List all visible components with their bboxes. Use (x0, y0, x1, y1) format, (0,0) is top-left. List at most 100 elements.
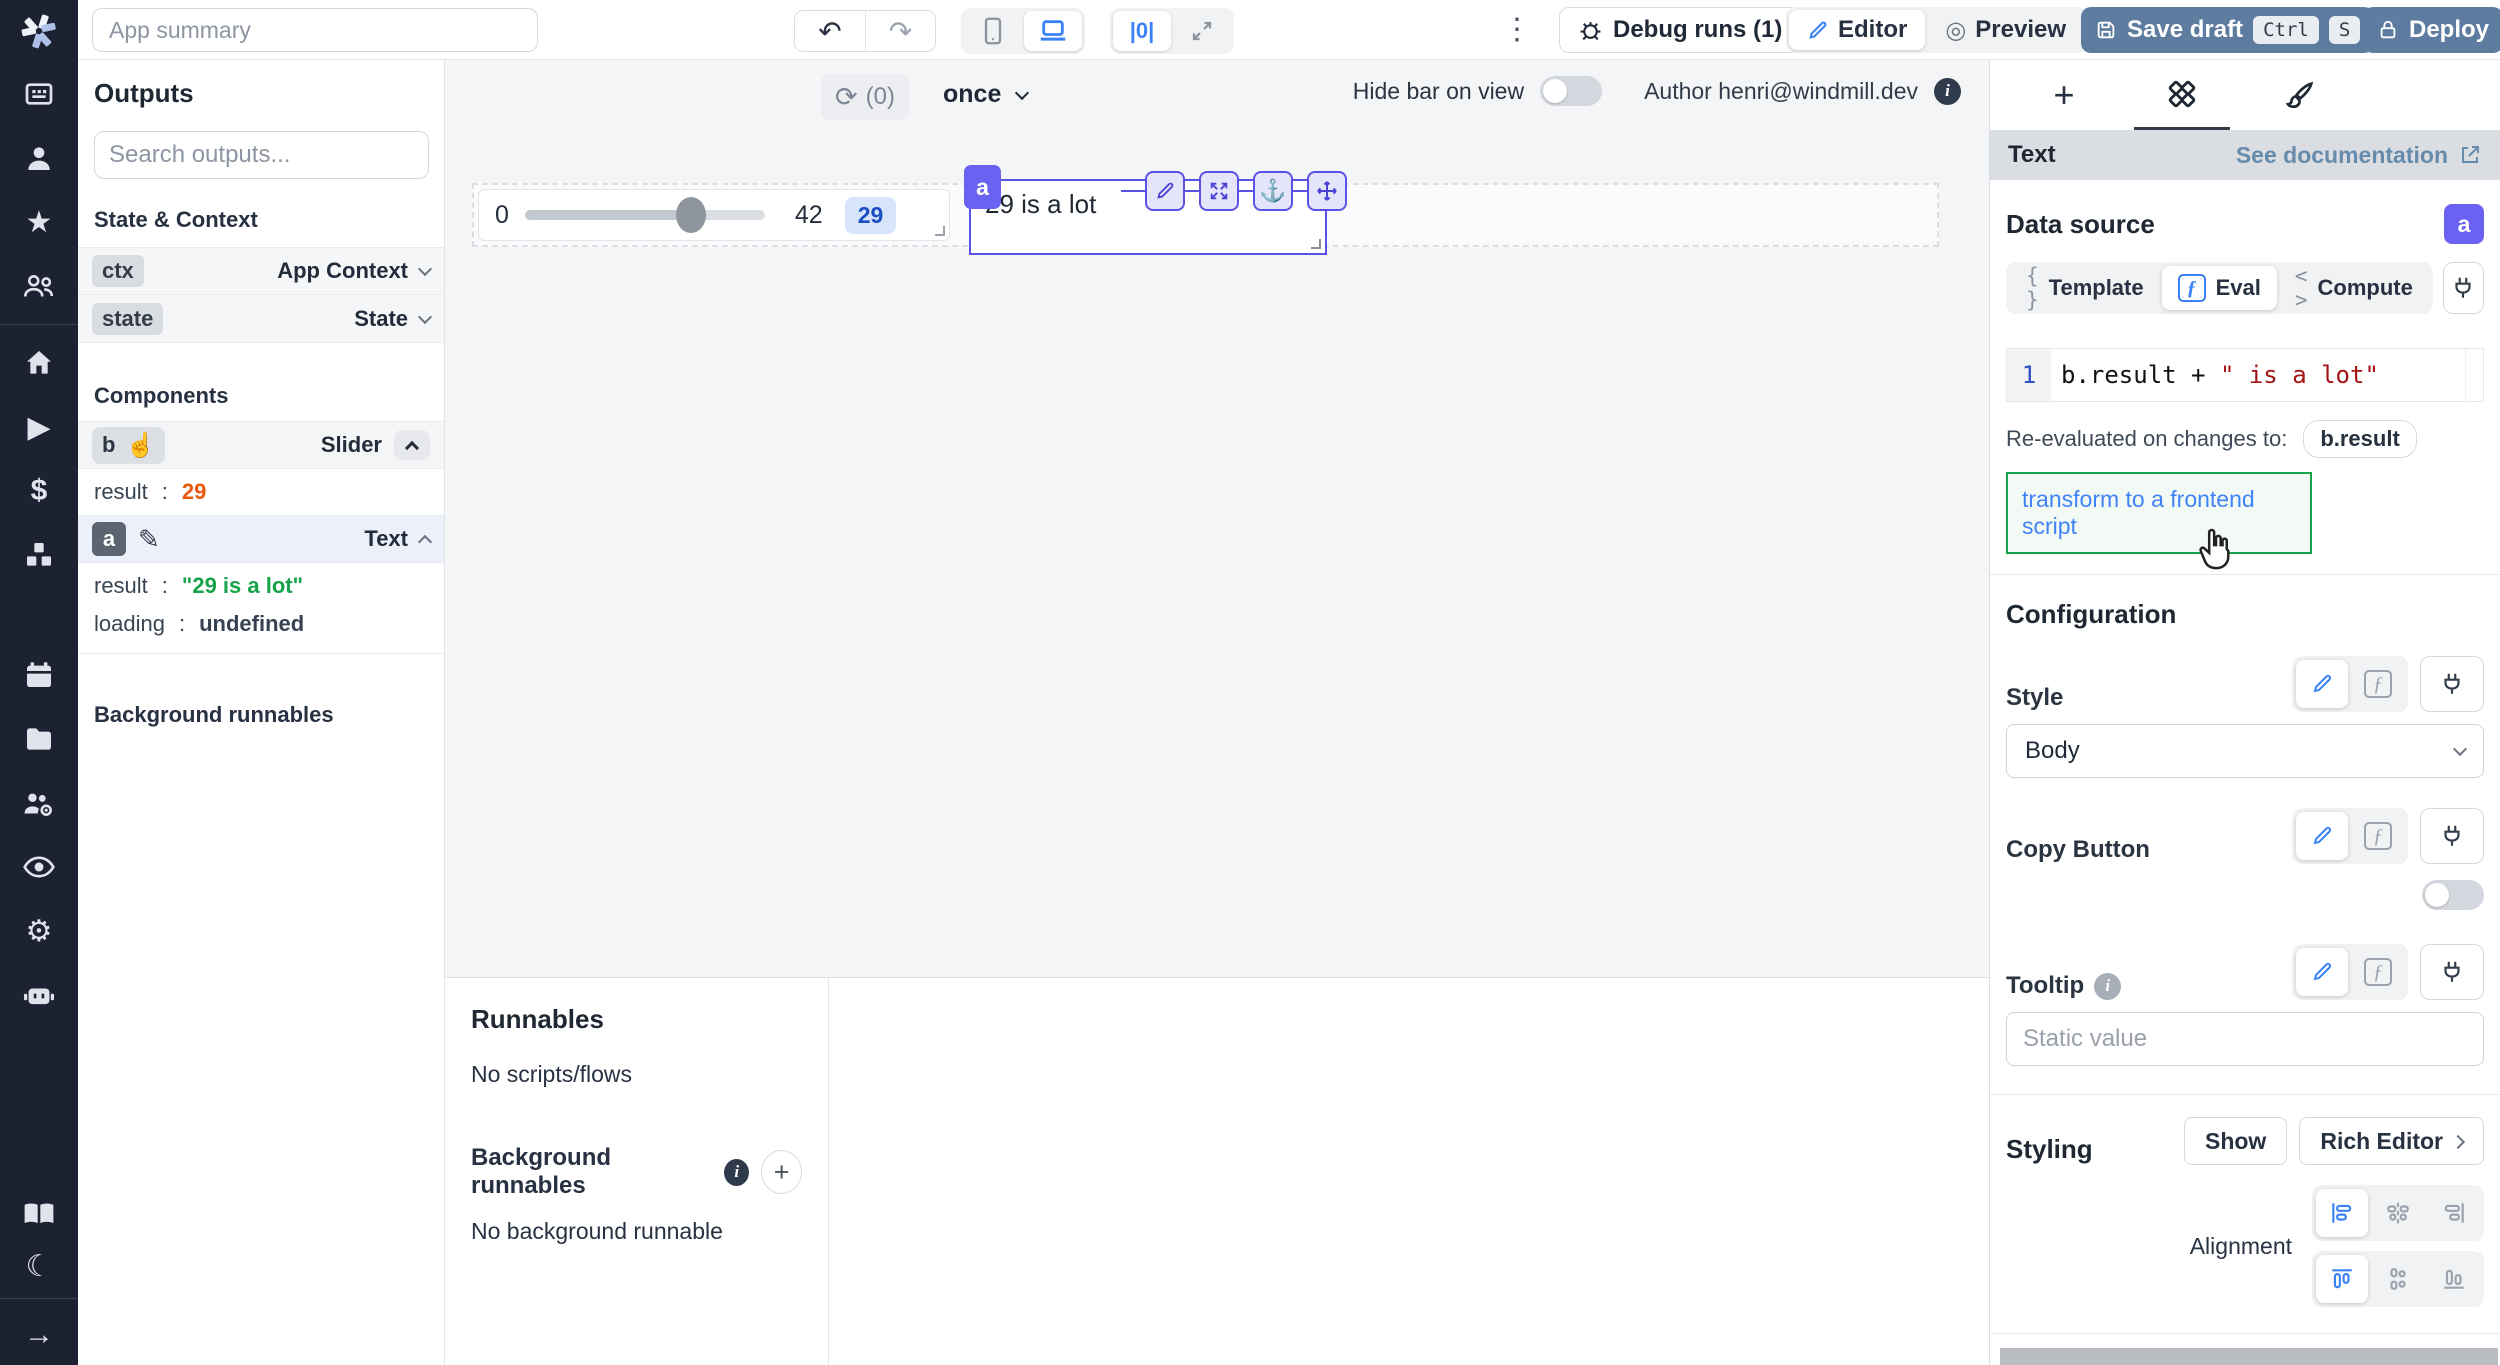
save-draft-button[interactable]: Save draft Ctrl S (2081, 7, 2374, 53)
reeval-dependency-pill[interactable]: b.result (2303, 420, 2416, 458)
schedule-mode-dropdown[interactable]: once (943, 80, 1027, 109)
slider-min-label: 0 (495, 201, 509, 230)
sidebar-item-home[interactable] (0, 331, 78, 395)
static-mode-button[interactable] (2296, 812, 2348, 860)
refresh-button[interactable]: ⟳ (0) (821, 74, 909, 120)
see-documentation-link[interactable]: See documentation (2236, 142, 2482, 169)
sidebar-item-groups[interactable] (0, 254, 78, 318)
sidebar-item-runs[interactable]: ▶ (0, 395, 78, 459)
slider-component[interactable]: 0 42 29 (478, 189, 950, 241)
braces-icon: { } (2026, 264, 2039, 312)
sidebar-item-variables[interactable]: $ (0, 459, 78, 523)
style-select[interactable]: Body (2006, 724, 2484, 778)
align-center-horizontal-icon (2385, 1200, 2411, 1226)
align-top-button[interactable] (2316, 1255, 2368, 1303)
undo-button[interactable]: ↶ (795, 11, 865, 51)
template-mode-tab[interactable]: { } Template (2010, 266, 2160, 310)
add-background-runnable-button[interactable]: + (761, 1150, 802, 1194)
editor-tab[interactable]: Editor (1789, 10, 1925, 50)
sidebar-item-ai[interactable] (0, 963, 78, 1027)
eval-mode-tab[interactable]: ƒ Eval (2162, 266, 2277, 310)
collapse-slider-button[interactable] (394, 430, 430, 460)
sidebar-item-audit[interactable] (0, 835, 78, 899)
compute-mode-tab[interactable]: < > Compute (2279, 266, 2429, 310)
sidebar-item-user[interactable] (0, 126, 78, 190)
expand-component-button[interactable] (1199, 171, 1239, 211)
rich-editor-button[interactable]: Rich Editor (2299, 1117, 2484, 1165)
insert-component-tab[interactable]: + (2016, 60, 2112, 130)
search-outputs-input[interactable] (94, 131, 429, 179)
dark-mode-toggle[interactable]: ☾ (0, 1240, 78, 1292)
align-middle-vertical-button[interactable] (2372, 1255, 2424, 1303)
background-runnables-title: Background runnables (471, 1144, 712, 1200)
mobile-view-button[interactable] (964, 11, 1022, 51)
more-options-button[interactable]: ⋮ (1502, 12, 1532, 47)
slider-track[interactable] (525, 210, 765, 220)
text-component-content: 29 is a lot (985, 189, 1096, 219)
loading-key: loading (94, 611, 165, 637)
colon: : (162, 479, 168, 505)
fullscreen-button[interactable] (1173, 11, 1231, 51)
center-canvas-button[interactable]: |0| (1113, 11, 1171, 51)
desktop-view-button[interactable] (1024, 11, 1082, 51)
component-type-header: Text See documentation (1990, 130, 2500, 180)
template-tab-label: Template (2049, 275, 2144, 301)
horizontal-scrollbar[interactable] (2000, 1348, 2498, 1365)
styling-section-head: Styling Show Rich Editor (2006, 1117, 2484, 1165)
eval-mode-button[interactable]: ƒ (2352, 948, 2404, 996)
mouse-cursor-hand (2192, 526, 2234, 572)
main-area: ↶ ↷ |0| ⋮ Debug runs (1) (78, 0, 2500, 1365)
sidebar-item-favorites[interactable]: ★ (0, 190, 78, 254)
windmill-logo[interactable] (0, 0, 78, 62)
anchor-component-button[interactable]: ⚓ (1253, 171, 1293, 211)
static-mode-button[interactable] (2296, 660, 2348, 708)
debug-runs-button[interactable]: Debug runs (1) (1559, 7, 1801, 53)
sidebar-item-resources[interactable] (0, 523, 78, 587)
show-label: Show (2205, 1128, 2266, 1155)
sidebar-item-settings[interactable]: ⚙ (0, 899, 78, 963)
slider-handle[interactable] (676, 197, 706, 233)
redo-button[interactable]: ↷ (865, 11, 935, 51)
resize-handle-icon[interactable] (935, 226, 945, 236)
connect-plug-button[interactable] (2420, 656, 2484, 712)
preview-tab[interactable]: ◎ Preview (1927, 10, 2084, 50)
component-settings-tab[interactable] (2134, 60, 2230, 130)
connect-plug-button[interactable] (2443, 262, 2484, 314)
align-center-horizontal-button[interactable] (2372, 1189, 2424, 1237)
styling-tab[interactable] (2252, 60, 2348, 130)
connect-plug-button[interactable] (2420, 808, 2484, 864)
edit-component-button[interactable] (1145, 171, 1185, 211)
align-bottom-button[interactable] (2428, 1255, 2480, 1303)
hide-bar-toggle[interactable] (1540, 76, 1602, 106)
collapse-sidebar-button[interactable]: → (0, 1305, 78, 1365)
sidebar-item-folders[interactable] (0, 707, 78, 771)
sidebar-item-apps[interactable] (0, 62, 78, 126)
move-component-button[interactable] (1307, 171, 1347, 211)
colon: : (179, 611, 185, 637)
undo-redo-group: ↶ ↷ (794, 10, 936, 52)
eval-mode-button[interactable]: ƒ (2352, 660, 2404, 708)
component-row-text[interactable]: a ✎ Text (78, 515, 444, 563)
deploy-button[interactable]: Deploy (2363, 7, 2500, 53)
static-mode-button[interactable] (2296, 948, 2348, 996)
transform-to-frontend-script-button[interactable]: transform to a frontend script (2006, 472, 2312, 554)
app-canvas-grid[interactable]: 0 42 29 a 29 is a lot (445, 132, 1989, 977)
eval-code-editor[interactable]: 1 b.result + " is a lot" (2006, 348, 2484, 402)
tooltip-static-value-input[interactable] (2006, 1012, 2484, 1066)
sidebar-item-docs[interactable] (0, 1188, 78, 1240)
align-right-button[interactable] (2428, 1189, 2480, 1237)
eval-mode-button[interactable]: ƒ (2352, 812, 2404, 860)
state-output-row[interactable]: state State (78, 295, 444, 343)
component-row-slider[interactable]: b ☝ Slider (78, 421, 444, 469)
resize-handle-icon[interactable] (1311, 239, 1321, 249)
sidebar-item-schedules[interactable] (0, 643, 78, 707)
users-icon (22, 270, 56, 302)
connect-plug-button[interactable] (2420, 944, 2484, 1000)
folder-icon (23, 723, 55, 755)
ctx-output-row[interactable]: ctx App Context (78, 247, 444, 295)
align-left-button[interactable] (2316, 1189, 2368, 1237)
show-styling-button[interactable]: Show (2184, 1117, 2287, 1165)
sidebar-item-workers[interactable] (0, 771, 78, 835)
copy-button-toggle[interactable] (2422, 880, 2484, 910)
app-summary-input[interactable] (92, 8, 538, 52)
